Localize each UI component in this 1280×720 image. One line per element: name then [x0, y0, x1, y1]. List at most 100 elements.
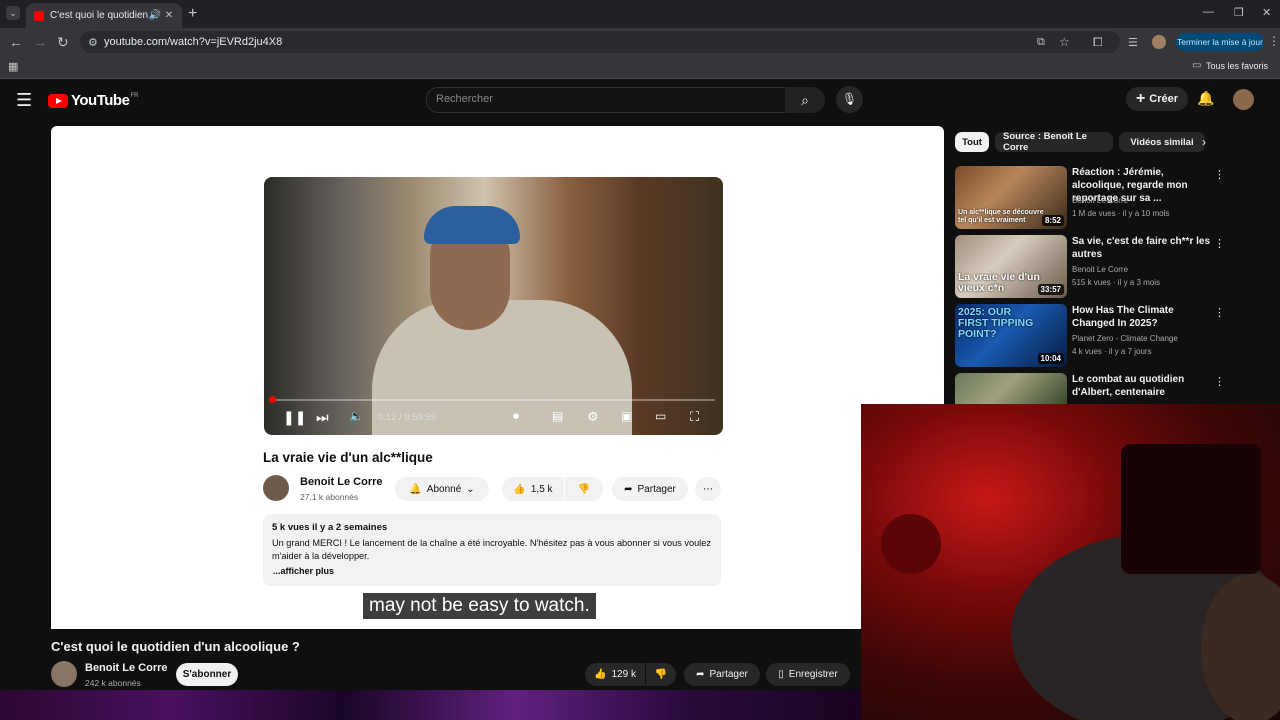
time-display: 0:12 / 9:59:59 [378, 412, 437, 423]
apps-grid-icon[interactable]: ▦ [8, 60, 18, 73]
page-thumbs-down-icon: 👎 [654, 669, 668, 680]
maximize-icon[interactable]: ❐ [1234, 6, 1244, 19]
all-bookmarks-link[interactable]: Tous les favoris [1206, 61, 1268, 71]
extensions-icon[interactable]: ⧠ [1093, 35, 1103, 50]
description-text: Un grand MERCI ! Le lancement de la chaî… [272, 538, 711, 561]
url-text[interactable]: youtube.com/watch?v=jEVRd2ju4X8 [104, 36, 282, 48]
subtitles-icon[interactable]: ▤ [552, 409, 563, 423]
webcam-overlay [861, 404, 1280, 720]
create-button[interactable]: + Créer [1126, 87, 1188, 111]
update-button[interactable]: Terminer la mise à jour [1176, 33, 1264, 51]
forward-icon[interactable]: → [33, 34, 47, 50]
chip-all[interactable]: Tout [955, 132, 989, 152]
video-person-cap [424, 206, 520, 244]
rec-meta: 1 M de vues · il y a 10 mois [1072, 209, 1170, 218]
subscribe-button[interactable]: S'abonner [176, 663, 238, 686]
rec-channel[interactable]: Benoit Le Corre [1072, 194, 1212, 207]
pause-icon[interactable]: ❚❚ [283, 409, 306, 426]
rec-thumbnail[interactable]: La vraie vie d'un vieux c*n 33:57 [955, 235, 1067, 298]
rec-title[interactable]: How Has The Climate Changed In 2025? [1072, 304, 1212, 330]
dislike-button[interactable]: 👎 [565, 477, 603, 501]
site-info-icon[interactable]: ⚙ [88, 36, 98, 49]
rec-duration: 8:52 [1041, 215, 1064, 226]
page-like-button[interactable]: 👍 129 k [585, 663, 645, 686]
more-actions-button[interactable]: ⋯ [695, 477, 721, 501]
rec-title[interactable]: Le combat au quotidien d'Albert, centena… [1072, 373, 1212, 399]
close-window-icon[interactable]: ✕ [1262, 6, 1271, 19]
reading-list-icon[interactable]: ☰ [1128, 36, 1138, 49]
rec-thumbnail[interactable]: Un alc**lique se découvre tel qu'il est … [955, 166, 1067, 229]
chip-similar[interactable]: Vidéos similai [1119, 132, 1205, 152]
subtitle-caption: may not be easy to watch. [363, 593, 596, 619]
share-button[interactable]: ➦ Partager [612, 477, 688, 501]
tab-title: C'est quoi le quotidien d'un alcoolique … [50, 10, 148, 21]
minimize-icon[interactable]: — [1203, 6, 1214, 18]
bookmark-star-icon[interactable]: ☆ [1059, 35, 1070, 49]
microphone-icon: 🎙 [841, 92, 858, 106]
youtube-favicon-icon [34, 10, 44, 21]
chip-source[interactable]: Source : Benoit Le Corre [995, 131, 1113, 153]
bell-icon: 🔔 [409, 483, 422, 495]
youtube-logo[interactable]: YouTube FR [48, 92, 138, 109]
cast-icon[interactable]: ⧉ [1037, 36, 1045, 49]
reload-icon[interactable]: ↻ [57, 34, 69, 51]
page-video-title: C'est quoi le quotidien d'un alcoolique … [51, 639, 300, 654]
user-avatar[interactable] [1233, 89, 1254, 110]
autoplay-toggle-icon[interactable]: ⏺ [513, 409, 519, 424]
thumbs-down-icon: 👎 [577, 483, 591, 495]
voice-search-button[interactable]: 🎙 [836, 86, 863, 113]
subscribed-button[interactable]: 🔔 Abonné ⌄ [395, 477, 489, 501]
rec-duration: 10:04 [1037, 353, 1064, 364]
profile-avatar[interactable] [1152, 35, 1166, 49]
theater-mode-icon[interactable]: ▭ [655, 409, 666, 423]
rec-channel[interactable]: Planet Zero - Climate Change [1072, 332, 1212, 345]
description-views: 5 k vues il y a 2 semaines [272, 522, 388, 533]
tab-close-icon[interactable]: ✕ [162, 10, 176, 21]
save-button[interactable]: ▯ Enregistrer [766, 663, 850, 686]
rec-thumbnail[interactable] [955, 373, 1067, 404]
notifications-bell-icon[interactable]: 🔔 [1197, 90, 1214, 107]
video-progress-bar[interactable] [272, 399, 715, 401]
rec-menu-icon[interactable]: ⋮ [1214, 375, 1225, 388]
audio-icon[interactable]: 🔊 [148, 10, 162, 21]
region-code: FR [130, 92, 139, 99]
embedded-channel-avatar[interactable] [263, 475, 289, 501]
page-share-button[interactable]: ➦ Partager [684, 663, 760, 686]
rec-menu-icon[interactable]: ⋮ [1214, 237, 1225, 250]
rec-title[interactable]: Sa vie, c'est de faire ch**r les autres [1072, 235, 1212, 261]
channel-avatar[interactable] [51, 661, 77, 687]
back-icon[interactable]: ← [9, 34, 23, 50]
scrubber-handle[interactable] [269, 396, 276, 403]
share-icon: ➦ [624, 483, 633, 495]
hamburger-menu-icon[interactable]: ☰ [16, 90, 32, 111]
embedded-channel-name[interactable]: Benoit Le Corre [300, 476, 383, 488]
like-button[interactable]: 👍 1,5 k [502, 477, 564, 501]
rec-channel[interactable]: Benoit Le Corre [1072, 263, 1212, 276]
browser-menu-icon[interactable]: ⋮ [1268, 34, 1280, 48]
rec-thumb-text: 2025: OUR FIRST TIPPING POINT? [958, 306, 1034, 340]
page-like-count: 129 k [611, 669, 636, 680]
search-button[interactable]: ⌕ [785, 87, 825, 113]
tab-search-icon[interactable]: ⌄ [6, 6, 20, 20]
fullscreen-icon[interactable]: ⛶ [690, 409, 699, 425]
rec-duration: 33:57 [1037, 284, 1064, 295]
settings-gear-icon[interactable]: ⚙ [587, 409, 599, 425]
chevron-right-icon[interactable]: › [1202, 135, 1206, 149]
share-label: Partager [637, 483, 676, 495]
show-more-link[interactable]: ...afficher plus [273, 566, 334, 576]
next-icon[interactable]: ⏭ [316, 409, 329, 426]
rec-thumb-text: La vraie vie d'un vieux c*n [958, 271, 1040, 294]
rec-thumbnail[interactable]: 2025: OUR FIRST TIPPING POINT? 10:04 [955, 304, 1067, 367]
channel-name[interactable]: Benoit Le Corre [85, 662, 168, 674]
new-tab-button[interactable]: + [188, 5, 197, 23]
rec-menu-icon[interactable]: ⋮ [1214, 306, 1225, 319]
save-label: Enregistrer [788, 669, 838, 680]
youtube-wordmark: YouTube [71, 92, 130, 109]
miniplayer-icon[interactable]: ▣ [621, 409, 632, 423]
page-share-label: Partager [709, 669, 748, 680]
volume-icon[interactable]: 🔈 [349, 409, 364, 423]
browser-tab-active[interactable]: C'est quoi le quotidien d'un alcoolique … [26, 3, 182, 28]
rec-menu-icon[interactable]: ⋮ [1214, 168, 1225, 181]
page-dislike-button[interactable]: 👎 [646, 663, 676, 686]
subscriber-count: 242 k abonnés [85, 678, 141, 688]
